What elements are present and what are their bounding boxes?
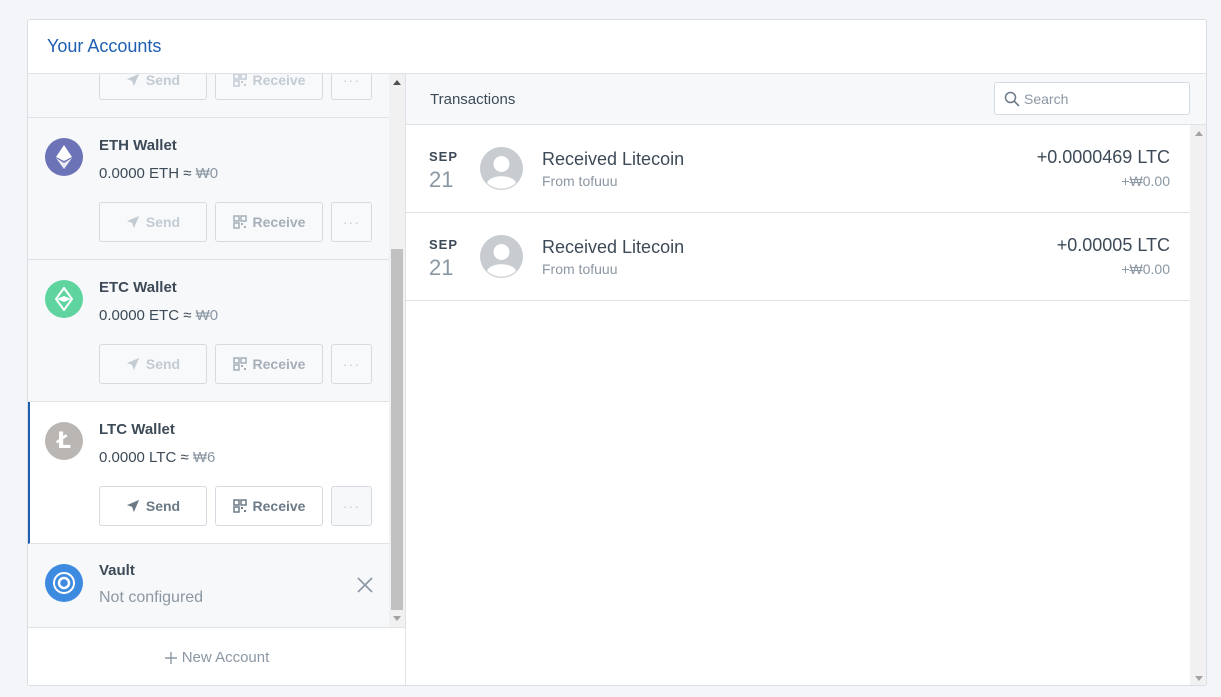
avatar [480, 235, 523, 278]
send-button[interactable]: Send [99, 202, 207, 242]
more-options-button[interactable]: ··· [331, 202, 372, 242]
transactions-list: SEP 21 Received Litecoin From tofuuu +0.… [406, 125, 1190, 685]
receive-button[interactable]: Receive [215, 202, 323, 242]
ethereum-classic-icon [45, 280, 83, 318]
receive-button[interactable]: Receive [215, 486, 323, 526]
accounts-column: Send Receive ··· ETH Wallet 0.0000 ETH ≈… [28, 74, 406, 685]
account-card-etc[interactable]: ETC Wallet 0.0000 ETC ≈ ₩0 Send Receive … [28, 260, 389, 402]
tx-title: Received Litecoin [542, 149, 685, 169]
receive-button[interactable]: Receive [215, 344, 323, 384]
more-options-button[interactable]: ··· [331, 74, 372, 100]
vault-name: Vault [99, 562, 135, 579]
scroll-up-arrow[interactable] [393, 80, 401, 85]
transaction-row[interactable]: SEP 21 Received Litecoin From tofuuu +0.… [406, 213, 1190, 301]
tx-month: SEP [429, 237, 459, 252]
fiat-value: ₩0 [195, 307, 219, 324]
transactions-header: Transactions [406, 74, 1206, 125]
fiat-value: ₩6 [192, 449, 216, 466]
litecoin-icon: Ł [45, 422, 83, 460]
account-card-eth[interactable]: ETH Wallet 0.0000 ETH ≈ ₩0 Send Receive … [28, 118, 389, 260]
qr-code-icon [232, 357, 247, 371]
qr-code-icon [232, 215, 247, 229]
tx-title: Received Litecoin [542, 237, 685, 257]
scroll-down-arrow[interactable] [1195, 676, 1203, 681]
ethereum-icon [45, 138, 83, 176]
search-icon [1004, 91, 1020, 107]
scrollbar-thumb[interactable] [391, 249, 403, 610]
account-name: ETC Wallet [99, 279, 177, 296]
new-account-button[interactable]: New Account [28, 627, 405, 685]
tx-month: SEP [429, 149, 459, 164]
accounts-scrollbar[interactable] [389, 74, 405, 627]
avatar [480, 147, 523, 190]
tx-amount: +0.0000469 LTC [1036, 147, 1170, 167]
search-box[interactable] [994, 82, 1190, 115]
receive-button[interactable]: Receive [215, 74, 323, 100]
scroll-down-arrow[interactable] [393, 616, 401, 621]
tx-amount: +0.00005 LTC [1056, 235, 1170, 255]
account-name: LTC Wallet [99, 421, 175, 438]
accounts-panel: Your Accounts Send Receive ··· ETH Walle… [27, 19, 1207, 686]
send-icon [126, 499, 139, 513]
transaction-row[interactable]: SEP 21 Received Litecoin From tofuuu +0.… [406, 125, 1190, 213]
send-button[interactable]: Send [99, 486, 207, 526]
scroll-up-arrow[interactable] [1195, 131, 1203, 136]
send-button[interactable]: Send [99, 74, 207, 100]
transactions-title: Transactions [430, 91, 516, 108]
accounts-list[interactable]: Send Receive ··· ETH Wallet 0.0000 ETH ≈… [28, 74, 405, 627]
account-balance: 0.0000 ETH ≈ ₩0 [99, 165, 219, 182]
transactions-column: Transactions SEP 21 Received Litecoin Fr… [406, 74, 1206, 685]
vault-icon [45, 564, 83, 602]
close-icon[interactable] [356, 576, 374, 594]
more-options-button[interactable]: ··· [331, 344, 372, 384]
panel-header: Your Accounts [28, 20, 1206, 74]
page-title: Your Accounts [47, 36, 162, 56]
tx-fiat: +₩0.00 [1121, 173, 1170, 189]
send-icon [126, 74, 139, 87]
account-balance: 0.0000 ETC ≈ ₩0 [99, 307, 219, 324]
search-input[interactable] [1024, 87, 1184, 111]
account-name: ETH Wallet [99, 137, 177, 154]
qr-code-icon [232, 499, 247, 513]
account-card-partial: Send Receive ··· [28, 74, 389, 118]
plus-icon [164, 651, 177, 664]
vault-item[interactable]: Vault Not configured [28, 544, 389, 627]
send-icon [126, 357, 139, 371]
fiat-value: ₩0 [195, 165, 219, 182]
tx-from: From tofuuu [542, 261, 618, 277]
send-button[interactable]: Send [99, 344, 207, 384]
account-card-ltc[interactable]: Ł LTC Wallet 0.0000 LTC ≈ ₩6 Send Receiv… [28, 402, 389, 544]
send-icon [126, 215, 139, 229]
more-options-button[interactable]: ··· [331, 486, 372, 526]
transactions-scrollbar[interactable] [1190, 125, 1206, 685]
qr-code-icon [232, 74, 247, 87]
vault-status: Not configured [99, 589, 204, 606]
tx-fiat: +₩0.00 [1121, 261, 1170, 277]
account-balance: 0.0000 LTC ≈ ₩6 [99, 449, 216, 466]
tx-from: From tofuuu [542, 173, 618, 189]
tx-day: 21 [429, 255, 454, 280]
tx-day: 21 [429, 167, 454, 192]
